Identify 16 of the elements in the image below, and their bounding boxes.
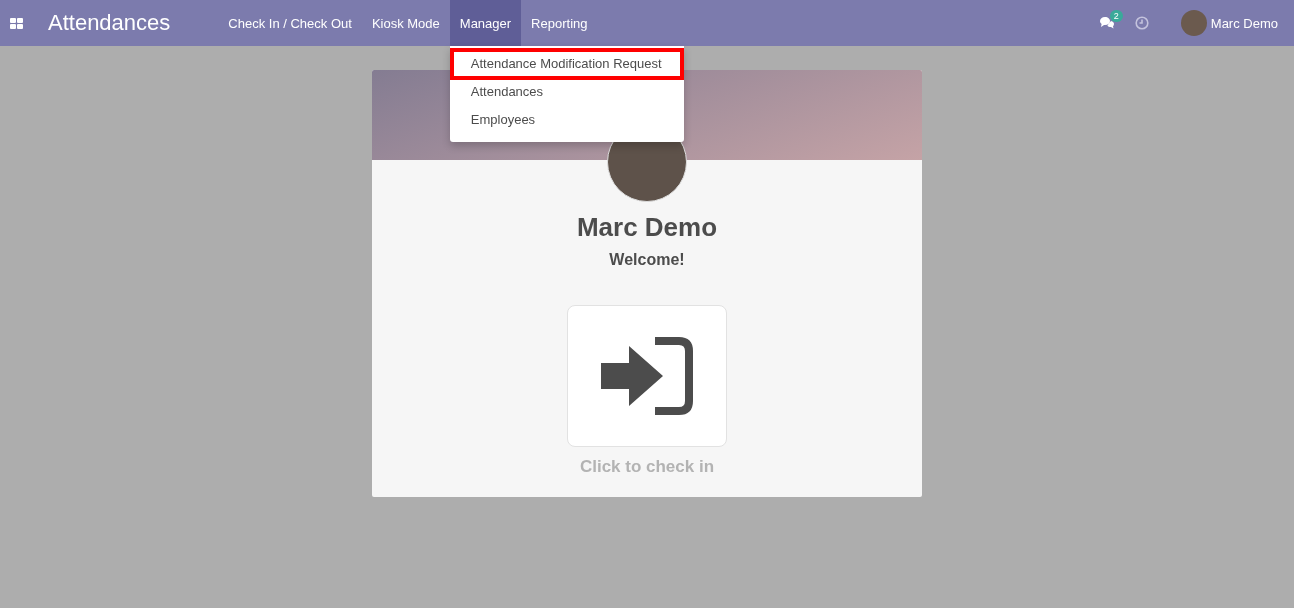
app-title: Attendances <box>48 10 171 36</box>
check-in-caption: Click to check in <box>579 457 715 477</box>
nav-menu-item[interactable]: Manager <box>449 0 522 46</box>
employee-name: Marc Demo <box>576 212 718 243</box>
nav-menu-item[interactable]: Reporting <box>521 0 598 46</box>
welcome-text: Welcome! <box>609 251 685 269</box>
clock-icon[interactable] <box>1134 16 1149 30</box>
nav-menu-item[interactable]: Kiosk Mode <box>361 0 450 46</box>
messages-icon[interactable] <box>1098 16 1115 30</box>
apps-icon[interactable] <box>10 16 23 30</box>
user-name[interactable]: Marc Demo <box>1210 15 1278 31</box>
sign-in-icon <box>599 336 695 416</box>
message-count-badge: 2 <box>1109 10 1123 22</box>
dropdown-item[interactable]: Attendance Modification Request <box>449 48 684 80</box>
nav-menu-item[interactable]: Check In / Check Out <box>218 0 362 46</box>
check-in-button[interactable] <box>567 305 727 447</box>
